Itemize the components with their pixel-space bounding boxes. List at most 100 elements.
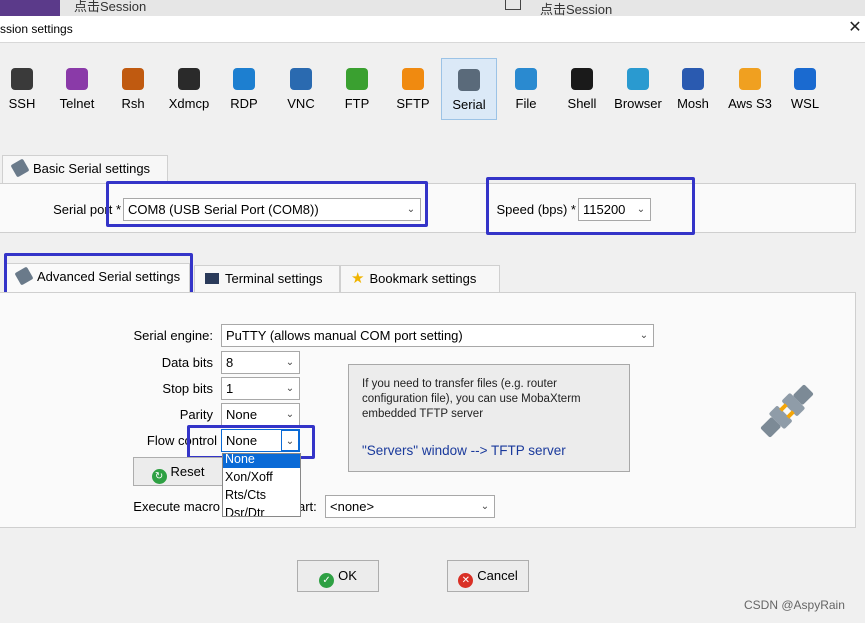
reset-label: Reset bbox=[170, 464, 205, 479]
dropdown-option[interactable]: Xon/Xoff bbox=[223, 468, 300, 486]
session-type-label: Serial bbox=[452, 97, 486, 112]
parity-select[interactable]: None ⌄ bbox=[221, 403, 300, 426]
mosh-icon bbox=[682, 68, 704, 90]
ftp-icon bbox=[346, 68, 368, 90]
chevron-down-icon: ⌄ bbox=[285, 357, 295, 368]
dropdown-option[interactable]: Dsr/Dtr bbox=[223, 504, 300, 516]
serial-plug-icon bbox=[458, 69, 480, 91]
telnet-icon bbox=[66, 68, 88, 90]
cancel-button[interactable]: ✕ Cancel bbox=[447, 560, 529, 592]
globe-icon bbox=[627, 68, 649, 90]
tab-terminal-settings[interactable]: Terminal settings bbox=[194, 265, 340, 293]
rdp-icon bbox=[233, 68, 255, 90]
sftp-icon bbox=[402, 68, 424, 90]
tab-terminal-label: Terminal settings bbox=[225, 271, 323, 286]
parity-value: None bbox=[226, 407, 258, 422]
session-type-label: FTP bbox=[344, 96, 370, 111]
macro-value: <none> bbox=[330, 499, 375, 514]
stop-bits-value: 1 bbox=[226, 381, 234, 396]
dialog-title: ssion settings bbox=[0, 22, 73, 36]
rsh-icon bbox=[122, 68, 144, 90]
window-icon bbox=[505, 0, 521, 10]
parity-label: Parity bbox=[179, 407, 213, 422]
ok-label: OK bbox=[338, 568, 357, 583]
reset-icon: ↻ bbox=[151, 469, 167, 484]
check-icon: ✓ bbox=[319, 573, 335, 588]
serial-engine-label: Serial engine: bbox=[133, 328, 214, 343]
background-tab-label-left[interactable]: 点击Session bbox=[74, 0, 146, 15]
session-type-file[interactable]: File bbox=[506, 58, 546, 120]
session-type-label: Shell bbox=[567, 96, 597, 111]
background-session-tab-icon[interactable] bbox=[0, 0, 60, 16]
macro-select[interactable]: <none> ⌄ bbox=[325, 495, 495, 518]
session-type-mosh[interactable]: Mosh bbox=[670, 58, 716, 120]
reset-button[interactable]: ↻ Reset bbox=[133, 457, 223, 486]
watermark: CSDN @AspyRain bbox=[744, 598, 845, 612]
wsl-icon bbox=[794, 68, 816, 90]
tab-basic-serial-settings[interactable]: Basic Serial settings bbox=[2, 155, 168, 183]
session-type-shell[interactable]: Shell bbox=[561, 58, 603, 120]
dropdown-option[interactable]: None bbox=[223, 454, 300, 468]
session-type-wsl[interactable]: WSL bbox=[783, 58, 827, 120]
session-type-label: Rsh bbox=[121, 96, 145, 111]
execute-macro-label-tail: art: bbox=[298, 499, 317, 514]
highlight-serial-port bbox=[106, 181, 428, 227]
info-text-line: configuration file), you can use MobaXte… bbox=[362, 393, 581, 405]
ok-button[interactable]: ✓ OK bbox=[297, 560, 379, 592]
xdmcp-icon bbox=[178, 68, 200, 90]
vnc-icon bbox=[290, 68, 312, 90]
tab-bookmark-settings[interactable]: ★ Bookmark settings bbox=[340, 265, 500, 293]
session-type-telnet[interactable]: Telnet bbox=[52, 58, 102, 120]
session-type-label: SFTP bbox=[396, 96, 430, 111]
session-type-ftp[interactable]: FTP bbox=[337, 58, 377, 120]
tftp-info-box: If you need to transfer files (e.g. rout… bbox=[348, 364, 630, 472]
info-text-line: If you need to transfer files (e.g. rout… bbox=[362, 378, 557, 390]
chevron-down-icon: ⌄ bbox=[480, 501, 490, 512]
session-type-label: Mosh bbox=[677, 96, 709, 111]
session-type-label: Telnet bbox=[59, 96, 95, 111]
close-icon[interactable]: ✕ bbox=[846, 18, 864, 38]
terminal-icon bbox=[205, 273, 219, 284]
session-type-rdp[interactable]: RDP bbox=[224, 58, 264, 120]
serial-plug-icon bbox=[760, 384, 814, 438]
chevron-down-icon: ⌄ bbox=[285, 409, 295, 420]
servers-window-link[interactable]: "Servers" window --> TFTP server bbox=[362, 443, 566, 458]
chevron-down-icon: ⌄ bbox=[639, 330, 649, 341]
session-type-aws-s3[interactable]: Aws S3 bbox=[722, 58, 778, 120]
tab-basic-label: Basic Serial settings bbox=[33, 161, 151, 176]
session-type-label: Aws S3 bbox=[728, 96, 772, 111]
session-type-label: WSL bbox=[790, 96, 820, 111]
info-text-line: embedded TFTP server bbox=[362, 408, 484, 420]
session-type-label: Xdmcp bbox=[168, 96, 210, 111]
session-type-label: VNC bbox=[287, 96, 315, 111]
session-type-rsh[interactable]: Rsh bbox=[115, 58, 151, 120]
stop-bits-select[interactable]: 1 ⌄ bbox=[221, 377, 300, 400]
session-type-ssh[interactable]: SSH bbox=[6, 58, 38, 120]
highlight-speed bbox=[486, 177, 695, 235]
file-icon bbox=[515, 68, 537, 90]
data-bits-value: 8 bbox=[226, 355, 234, 370]
tab-bookmark-label: Bookmark settings bbox=[369, 271, 477, 286]
chevron-down-icon: ⌄ bbox=[285, 383, 295, 394]
aws-s3-icon bbox=[739, 68, 761, 90]
cancel-label: Cancel bbox=[477, 568, 518, 583]
cancel-icon: ✕ bbox=[458, 573, 474, 588]
data-bits-select[interactable]: 8 ⌄ bbox=[221, 351, 300, 374]
star-icon: ★ bbox=[351, 270, 365, 287]
session-type-vnc[interactable]: VNC bbox=[281, 58, 321, 120]
serial-engine-value: PuTTY (allows manual COM port setting) bbox=[226, 328, 463, 343]
serial-plug-icon bbox=[10, 158, 30, 178]
session-type-label: SSH bbox=[8, 96, 36, 111]
session-type-browser[interactable]: Browser bbox=[610, 58, 666, 120]
session-type-sftp[interactable]: SFTP bbox=[389, 58, 437, 120]
session-type-serial[interactable]: Serial bbox=[441, 58, 497, 120]
dialog-titlebar bbox=[0, 16, 865, 43]
serial-engine-select[interactable]: PuTTY (allows manual COM port setting) ⌄ bbox=[221, 324, 654, 347]
flow-control-dropdown-list: None Xon/Xoff Rts/Cts Dsr/Dtr bbox=[222, 453, 301, 517]
dropdown-option[interactable]: Rts/Cts bbox=[223, 486, 300, 504]
stop-bits-label: Stop bits bbox=[162, 381, 213, 396]
session-type-label: RDP bbox=[230, 96, 258, 111]
mobaxterm-session-settings: 点击Session 点击Session ssion settings ✕ Bas… bbox=[0, 0, 865, 623]
session-type-xdmcp[interactable]: Xdmcp bbox=[165, 58, 213, 120]
key-icon bbox=[11, 68, 33, 90]
